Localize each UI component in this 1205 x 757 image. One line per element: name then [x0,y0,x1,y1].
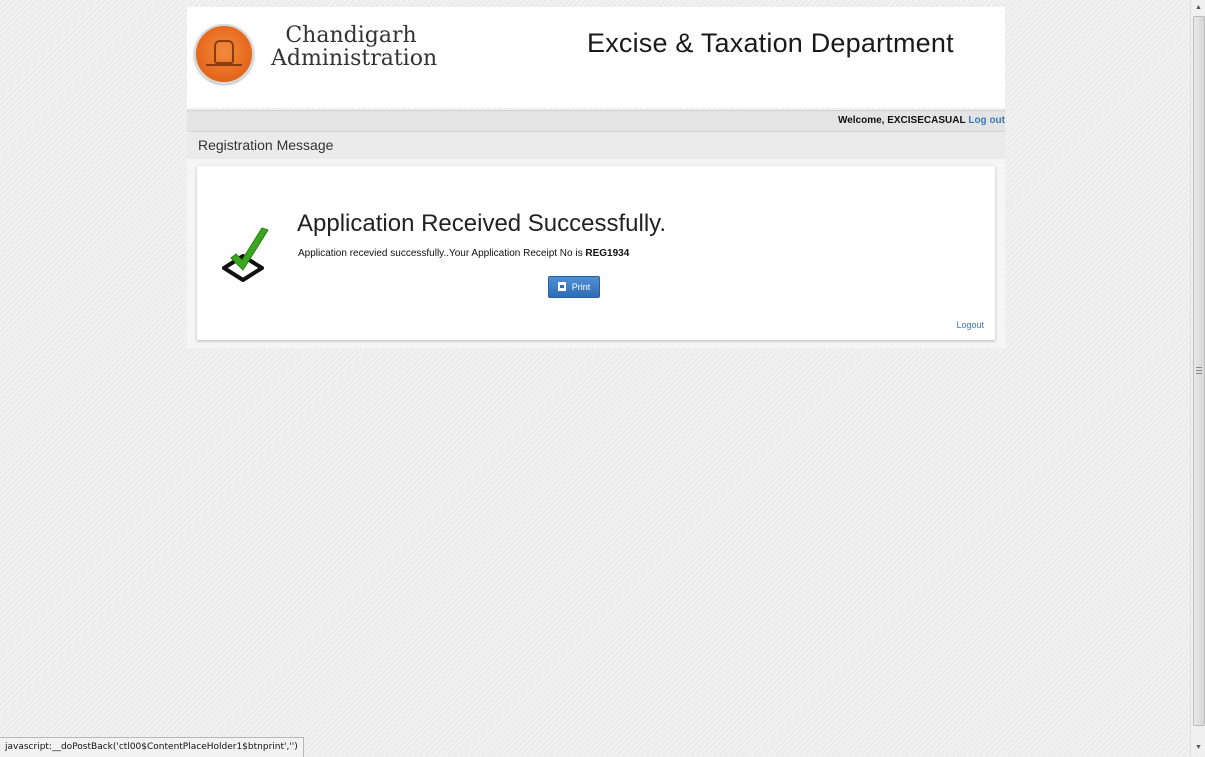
scrollbar-thumb[interactable] [1193,16,1205,726]
chandigarh-emblem-icon [194,24,254,84]
scrollbar-grip-icon [1196,367,1202,375]
org-name: Chandigarh Administration [271,23,438,71]
header-logout-link[interactable]: Log out [968,115,1005,126]
print-button[interactable]: Print [548,276,600,298]
message-text: Application recevied successfully..Your … [298,248,629,259]
print-button-label: Print [571,282,591,292]
welcome-text: Welcome, EXCISECASUAL [837,115,966,126]
message-card: Application Received Successfully. Appli… [197,166,995,340]
green-checkmark-icon [222,227,269,282]
browser-status-bar: javascript:__doPostBack('ctl00$ContentPl… [0,737,304,757]
message-title: Application Received Successfully. [297,210,667,237]
open-hand-icon [214,40,234,64]
receipt-number: REG1934 [585,248,630,259]
content-area: Application Received Successfully. Appli… [187,159,1005,348]
scroll-down-icon[interactable]: ▼ [1191,740,1205,756]
user-bar: Welcome, EXCISECASUAL Log out [187,110,1005,131]
section-title: Registration Message [187,131,1005,159]
department-title: Excise & Taxation Department [587,28,954,58]
vertical-scrollbar[interactable]: ▲ ▼ [1190,0,1205,756]
site-header: Chandigarh Administration Excise & Taxat… [187,7,1005,108]
scroll-up-icon[interactable]: ▲ [1191,0,1205,16]
print-icon [557,282,566,291]
card-logout-link[interactable]: Logout [956,320,984,330]
emblem-base-line [206,64,242,66]
page-container: Chandigarh Administration Excise & Taxat… [187,7,1005,348]
message-text-prefix: Application recevied successfully..Your … [298,248,586,259]
